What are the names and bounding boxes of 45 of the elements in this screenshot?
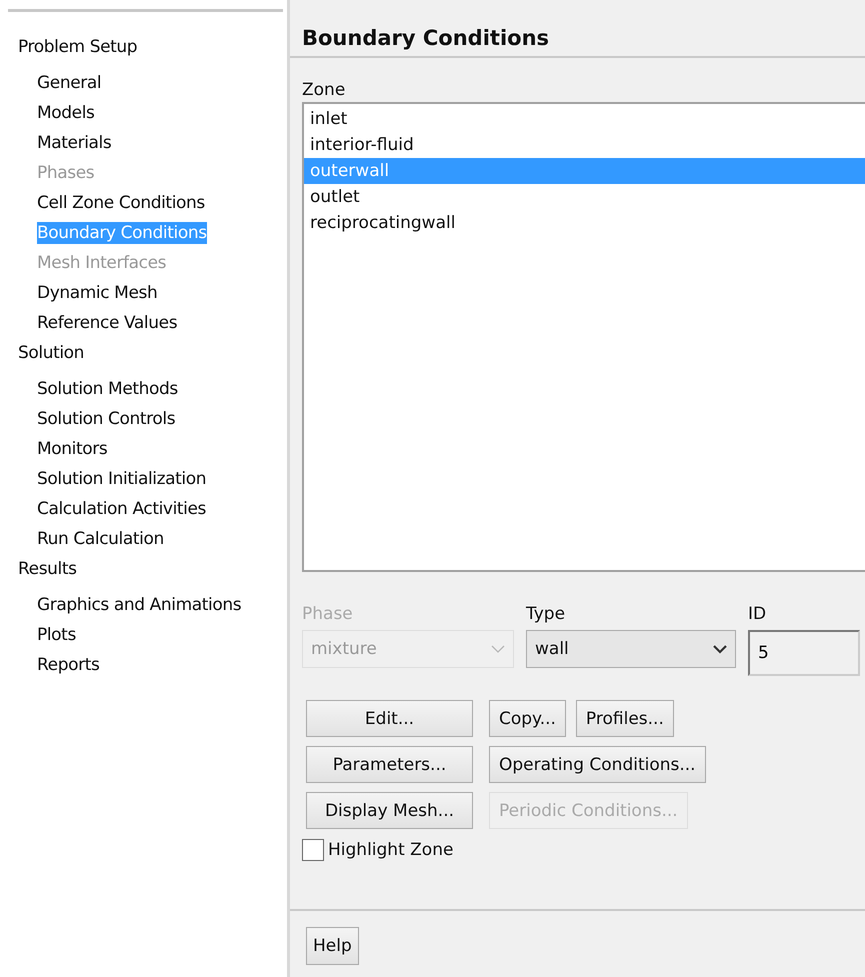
tree-section-label[interactable]: Solution <box>0 338 84 368</box>
dialog-button[interactable]: Operating Conditions... <box>489 746 706 783</box>
id-label: ID <box>748 603 768 626</box>
list-item[interactable]: inlet <box>304 106 865 132</box>
tree-item[interactable]: Materials <box>37 132 112 154</box>
help-button[interactable]: Help <box>306 927 359 965</box>
zone-label: Zone <box>302 79 346 102</box>
tree-item[interactable]: General <box>37 72 102 94</box>
tree-item: Mesh Interfaces <box>37 252 166 274</box>
tree-item[interactable]: Graphics and Animations <box>37 594 242 616</box>
tree-item[interactable]: Cell Zone Conditions <box>37 192 205 214</box>
tree-item[interactable]: Solution Methods <box>37 378 178 400</box>
id-field[interactable]: 5 <box>748 630 860 676</box>
dialog-button: Periodic Conditions... <box>489 792 688 829</box>
tree-item[interactable]: Dynamic Mesh <box>37 282 158 304</box>
tree-section-label[interactable]: Results <box>0 554 77 584</box>
chevron-down-icon <box>713 644 727 654</box>
tree-item[interactable]: Solution Controls <box>37 408 176 430</box>
tree-item[interactable]: Models <box>37 102 94 124</box>
dialog-button[interactable]: Copy... <box>489 700 566 737</box>
type-dropdown[interactable]: wall <box>526 630 736 668</box>
tree-item[interactable]: Monitors <box>37 438 108 460</box>
highlight-checkbox[interactable] <box>302 839 324 861</box>
tree-item[interactable]: Calculation Activities <box>37 498 206 520</box>
tree-item[interactable]: Solution Initialization <box>37 468 206 490</box>
tree-item[interactable]: Reference Values <box>37 312 178 334</box>
tree-item[interactable]: Reports <box>37 654 100 676</box>
dialog-button[interactable]: Edit... <box>306 700 473 737</box>
tree-item[interactable]: Plots <box>37 624 76 646</box>
dialog-button[interactable]: Parameters... <box>306 746 473 783</box>
tree-section-label[interactable]: Problem Setup <box>0 32 138 62</box>
list-item[interactable]: outlet <box>304 184 865 210</box>
checkbox-label[interactable]: Highlight Zone <box>328 840 454 860</box>
dialog-button[interactable]: Profiles... <box>576 700 674 737</box>
dialog-button[interactable]: Display Mesh... <box>306 792 473 829</box>
panel-title: Boundary Conditions <box>290 0 865 58</box>
tree-item: Phases <box>37 162 94 184</box>
list-item[interactable]: reciprocatingwall <box>304 210 865 236</box>
list-item[interactable]: interior-fluid <box>304 132 865 158</box>
phase-label: Phase <box>302 603 354 626</box>
type-label: Type <box>526 603 566 626</box>
tree-item[interactable]: Run Calculation <box>37 528 164 550</box>
zone-list[interactable]: inlet interior-fluid outerwall outlet reciprocatingwall <box>302 102 865 572</box>
phase-dropdown: mixture <box>302 630 514 668</box>
chevron-down-icon <box>491 644 505 654</box>
